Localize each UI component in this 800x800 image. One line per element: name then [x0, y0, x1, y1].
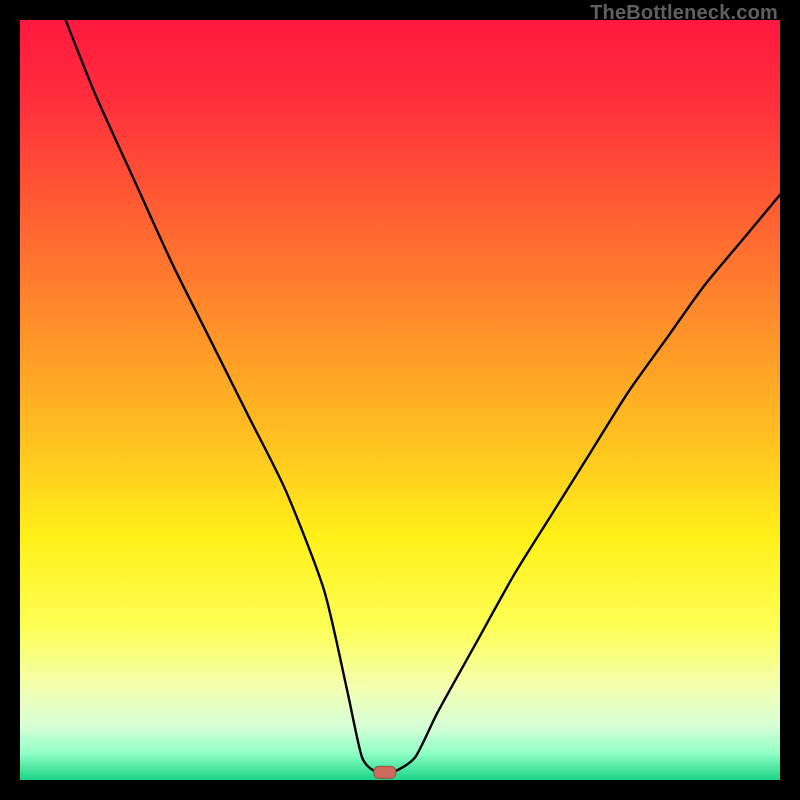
watermark-text: TheBottleneck.com: [590, 2, 778, 25]
optimal-point-marker: [374, 766, 396, 778]
chart-svg: [20, 20, 780, 780]
chart-plot-area: [20, 20, 780, 780]
chart-background: [20, 20, 780, 780]
chart-frame: TheBottleneck.com: [0, 0, 800, 800]
